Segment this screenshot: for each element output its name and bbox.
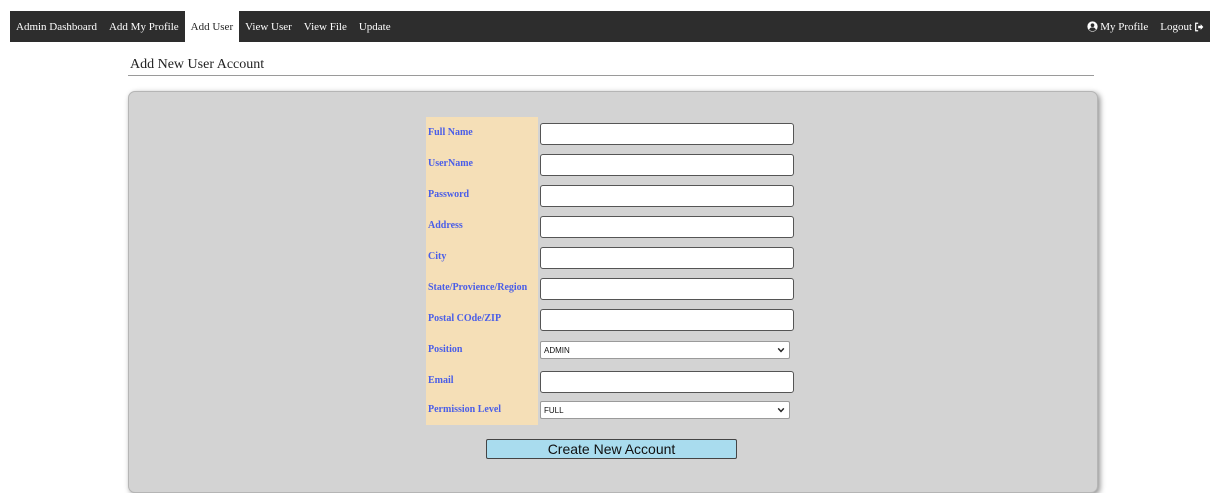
form-row-email: Email: [426, 365, 806, 396]
nav-right-group: My Profile Logout: [1081, 11, 1210, 42]
title-divider: [128, 75, 1094, 76]
postal-code-label: Postal COde/ZIP: [426, 303, 538, 334]
top-navbar: Admin Dashboard Add My Profile Add User …: [10, 11, 1210, 42]
nav-view-file[interactable]: View File: [298, 11, 353, 42]
postal-code-input[interactable]: [540, 309, 794, 331]
position-label: Position: [426, 334, 538, 365]
form-row-username: UserName: [426, 148, 806, 179]
nav-add-user[interactable]: Add User: [184, 11, 240, 42]
state-region-input[interactable]: [540, 278, 794, 300]
address-label: Address: [426, 210, 538, 241]
form-row-full-name: Full Name: [426, 117, 806, 148]
form-row-state-region: State/Provience/Region: [426, 272, 806, 303]
create-account-button[interactable]: Create New Account: [486, 439, 737, 459]
form-row-city: City: [426, 241, 806, 272]
full-name-label: Full Name: [426, 117, 538, 148]
nav-admin-dashboard[interactable]: Admin Dashboard: [10, 11, 103, 42]
form-row-postal-code: Postal COde/ZIP: [426, 303, 806, 334]
nav-my-profile-label: My Profile: [1100, 20, 1149, 33]
nav-left-group: Admin Dashboard Add My Profile Add User …: [10, 11, 397, 42]
permission-level-selected-value: FULL: [544, 405, 564, 415]
form-row-address: Address: [426, 210, 806, 241]
form-panel: Full Name UserName Password Address City…: [128, 91, 1098, 493]
nav-view-user[interactable]: View User: [239, 11, 298, 42]
password-input[interactable]: [540, 185, 794, 207]
chevron-down-icon: [777, 346, 785, 354]
permission-level-label: Permission Level: [426, 394, 538, 425]
permission-level-select[interactable]: FULL: [540, 401, 790, 419]
nav-logout[interactable]: Logout: [1154, 11, 1210, 42]
user-circle-icon: [1087, 21, 1098, 32]
position-selected-value: ADMIN: [544, 345, 570, 355]
username-input[interactable]: [540, 154, 794, 176]
nav-update[interactable]: Update: [353, 11, 397, 42]
page-title: Add New User Account: [130, 57, 265, 72]
password-label: Password: [426, 179, 538, 210]
form-row-permission-level: Permission Level FULL: [426, 394, 806, 425]
state-region-label: State/Provience/Region: [426, 272, 538, 303]
city-input[interactable]: [540, 247, 794, 269]
username-label: UserName: [426, 148, 538, 179]
city-label: City: [426, 241, 538, 272]
form-row-password: Password: [426, 179, 806, 210]
form-row-position: Position ADMIN: [426, 334, 806, 365]
position-select[interactable]: ADMIN: [540, 341, 790, 359]
address-input[interactable]: [540, 216, 794, 238]
nav-my-profile[interactable]: My Profile: [1081, 11, 1154, 42]
nav-logout-label: Logout: [1160, 20, 1192, 33]
chevron-down-icon: [777, 406, 785, 414]
email-label: Email: [426, 365, 538, 396]
email-input[interactable]: [540, 371, 794, 393]
sign-out-icon: [1194, 22, 1204, 32]
full-name-input[interactable]: [540, 123, 794, 145]
nav-add-my-profile[interactable]: Add My Profile: [103, 11, 185, 42]
